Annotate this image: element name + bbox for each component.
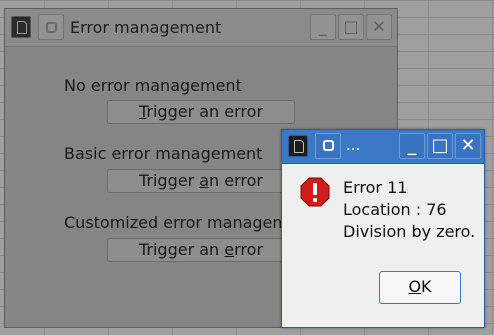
app-icon xyxy=(288,135,308,157)
section-label-no-error: No error management xyxy=(64,76,242,95)
error-message-dialog: ... _ □ ✕ Error 11 Location : 76 Divisio… xyxy=(281,129,485,328)
pin-icon xyxy=(322,140,334,151)
window-title: Error management xyxy=(70,18,222,37)
app-icon xyxy=(11,16,31,38)
minimize-button[interactable]: _ xyxy=(310,14,336,40)
close-button[interactable]: ✕ xyxy=(455,133,481,159)
pin-button[interactable] xyxy=(315,133,341,159)
ok-button[interactable]: OK xyxy=(379,271,461,304)
trigger-error-button-3[interactable]: Trigger an error xyxy=(107,238,295,262)
maximize-button[interactable]: □ xyxy=(427,133,453,159)
error-description-text: Division by zero. xyxy=(343,222,476,241)
section-label-basic: Basic error management xyxy=(64,144,263,163)
error-location-text: Location : 76 xyxy=(343,200,447,219)
section-label-customized: Customized error management xyxy=(64,213,315,232)
trigger-error-button-2[interactable]: Trigger an error xyxy=(107,169,295,193)
pin-button[interactable] xyxy=(38,14,64,40)
title-bar: Error management _ □ ✕ xyxy=(5,9,397,47)
maximize-button[interactable]: □ xyxy=(338,14,364,40)
stop-icon xyxy=(300,177,330,207)
trigger-error-button-1[interactable]: Trigger an error xyxy=(107,100,295,124)
dialog-title-bar: ... _ □ ✕ xyxy=(282,130,484,164)
pin-icon xyxy=(45,22,57,33)
dialog-title: ... xyxy=(346,136,361,154)
close-button[interactable]: ✕ xyxy=(366,14,392,40)
minimize-button[interactable]: _ xyxy=(399,133,425,159)
error-code-text: Error 11 xyxy=(343,178,408,197)
